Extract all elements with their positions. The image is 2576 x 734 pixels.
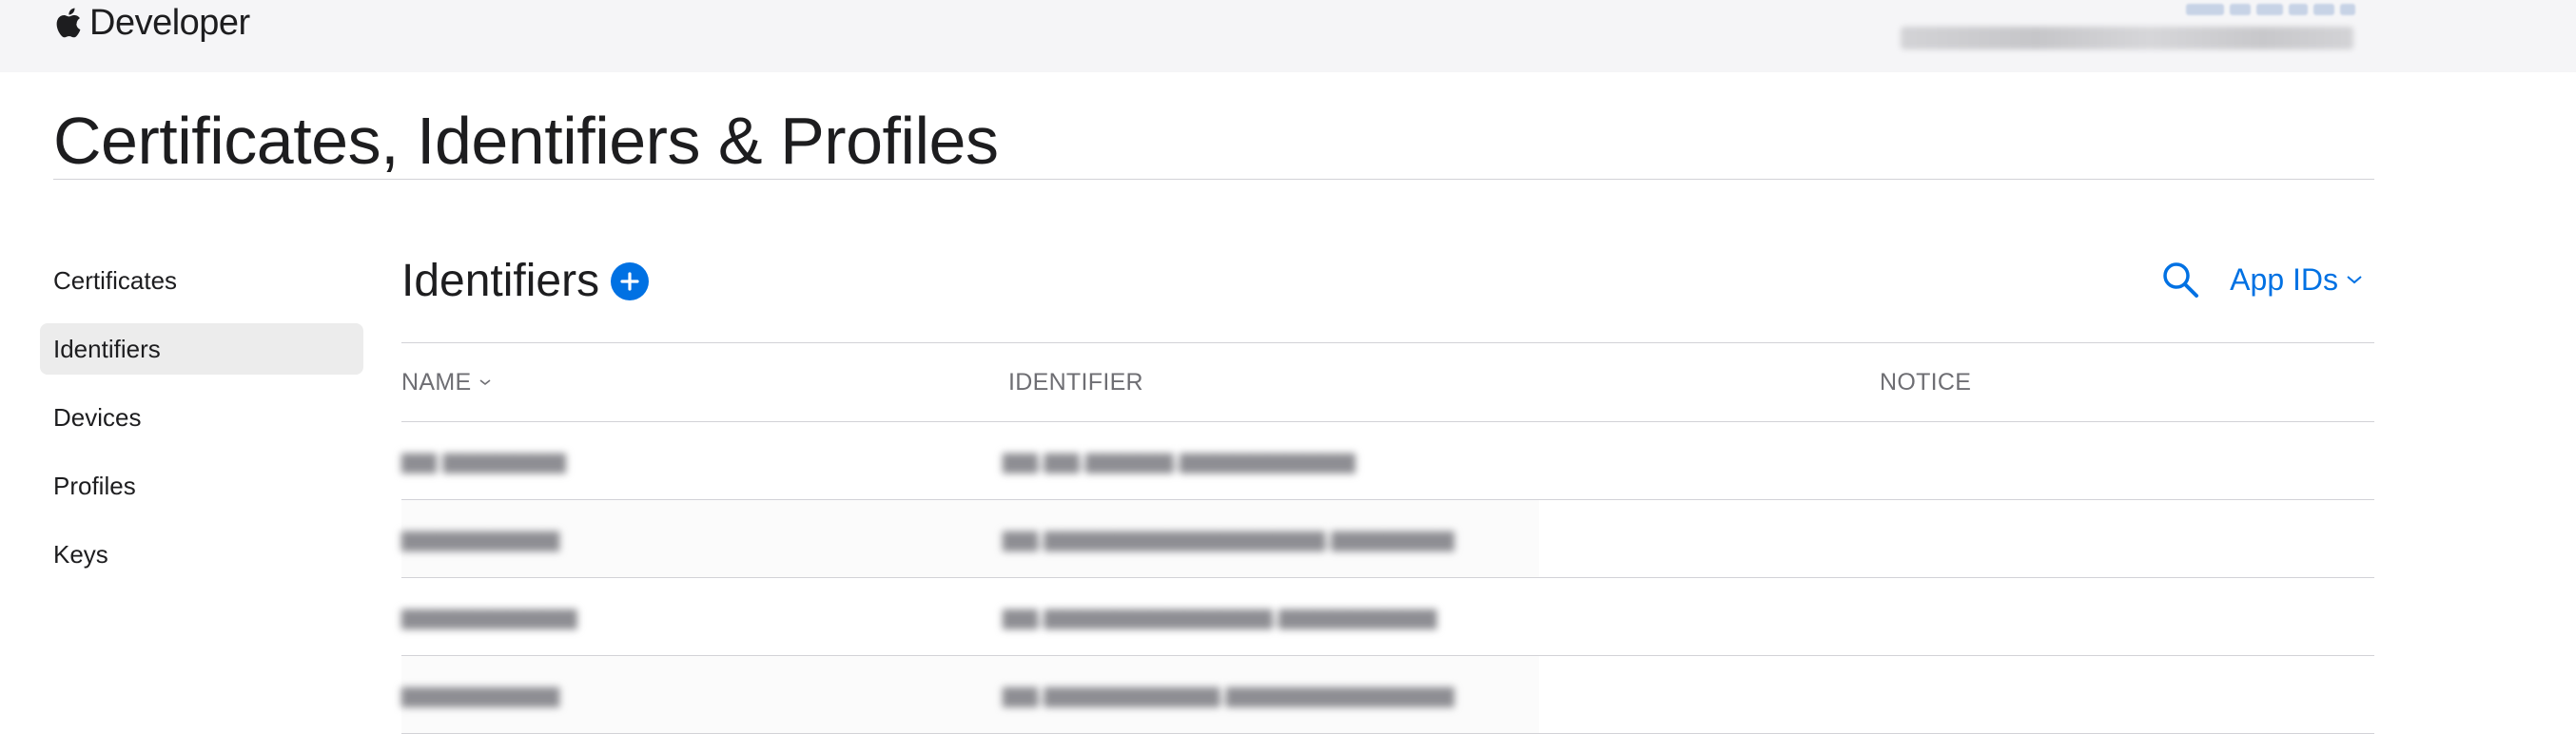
row-name-redacted: ▆▆▆▆▆▆▆▆▆ [401,682,560,707]
chevron-down-icon [2347,276,2362,284]
global-header: Developer [0,0,2576,72]
apple-logo-icon [53,6,82,40]
sidebar-item-certificates[interactable]: Certificates [40,255,363,306]
row-identifier-cell: ▆▆.▆▆▆▆▆▆▆▆▆▆▆▆▆▆▆▆.▆▆▆▆▆▆▆ [1003,525,1874,552]
sidebar-nav: Certificates Identifiers Devices Profile… [40,255,363,597]
identifiers-table: NAME IDENTIFIER NOTICE ▆▆ ▆▆▆▆▆▆▆ ▆▆.▆▆.… [401,342,2374,734]
identifier-type-dropdown[interactable]: App IDs [2230,262,2363,298]
plus-icon [620,272,639,291]
section-title: Identifiers [401,256,600,306]
row-name-cell: ▆▆▆▆▆▆▆▆▆▆ [401,603,1008,630]
row-name-cell: ▆▆ ▆▆▆▆▆▆▆ [401,447,1008,474]
brand-label: Developer [89,3,250,43]
sidebar-item-devices[interactable]: Devices [40,392,363,443]
sidebar-item-identifiers[interactable]: Identifiers [40,323,363,375]
table-row[interactable]: ▆▆▆▆▆▆▆▆▆ ▆▆.▆▆▆▆▆▆▆▆▆▆.▆▆▆▆▆▆▆▆▆▆▆▆▆ [401,656,2374,734]
row-identifier-redacted: ▆▆.▆▆▆▆▆▆▆▆▆▆.▆▆▆▆▆▆▆▆▆▆▆▆▆ [1003,682,1454,707]
search-icon [2163,262,2199,298]
add-identifier-button[interactable] [611,262,650,300]
row-name-redacted: ▆▆▆▆▆▆▆▆▆▆ [401,604,577,629]
chevron-down-icon [479,379,491,386]
sidebar-item-profiles[interactable]: Profiles [40,460,363,512]
row-identifier-redacted: ▆▆.▆▆▆▆▆▆▆▆▆▆▆▆▆▆▆▆.▆▆▆▆▆▆▆ [1003,526,1454,551]
section-header: Identifiers [401,255,650,308]
row-identifier-redacted: ▆▆.▆▆▆▆▆▆▆▆▆▆▆▆▆.▆▆▆▆▆▆▆▆▆ [1003,604,1437,629]
row-identifier-cell: ▆▆.▆▆.▆▆▆▆▆.▆▆▆▆▆▆▆▆▆▆ [1003,447,1874,474]
table-row[interactable]: ▆▆ ▆▆▆▆▆▆▆ ▆▆.▆▆.▆▆▆▆▆.▆▆▆▆▆▆▆▆▆▆ [401,422,2374,500]
row-identifier-cell: ▆▆.▆▆▆▆▆▆▆▆▆▆▆▆▆.▆▆▆▆▆▆▆▆▆ [1003,603,1874,630]
row-name-redacted: ▆▆▆▆▆▆▆▆▆ [401,526,560,551]
developer-home-link[interactable]: Developer [53,0,250,46]
row-name-redacted: ▆▆ ▆▆▆▆▆▆▆ [401,448,566,473]
row-name-cell: ▆▆▆▆▆▆▆▆▆ [401,681,1008,708]
search-button[interactable] [2159,259,2201,300]
identifier-type-selected: App IDs [2230,261,2338,297]
account-name-redacted[interactable] [2186,4,2355,15]
column-header-name-label: NAME [401,368,472,396]
team-name-redacted[interactable] [1901,27,2353,49]
toolbar: App IDs [2159,259,2363,300]
table-row[interactable]: ▆▆▆▆▆▆▆▆▆ ▆▆.▆▆▆▆▆▆▆▆▆▆▆▆▆▆▆▆.▆▆▆▆▆▆▆ [401,500,2374,578]
row-identifier-redacted: ▆▆.▆▆.▆▆▆▆▆.▆▆▆▆▆▆▆▆▆▆ [1003,448,1356,473]
table-row[interactable]: ▆▆▆▆▆▆▆▆▆▆ ▆▆.▆▆▆▆▆▆▆▆▆▆▆▆▆.▆▆▆▆▆▆▆▆▆ [401,578,2374,656]
column-header-identifier[interactable]: IDENTIFIER [1008,369,1880,396]
title-divider [53,179,2374,180]
row-name-cell: ▆▆▆▆▆▆▆▆▆ [401,525,1008,552]
table-header: NAME IDENTIFIER NOTICE [401,343,2374,421]
column-header-name[interactable]: NAME [401,369,1008,396]
page-title: Certificates, Identifiers & Profiles [53,104,999,178]
row-identifier-cell: ▆▆.▆▆▆▆▆▆▆▆▆▆.▆▆▆▆▆▆▆▆▆▆▆▆▆ [1003,681,1874,708]
column-header-notice: NOTICE [1880,368,1972,396]
sidebar-item-keys[interactable]: Keys [40,529,363,580]
